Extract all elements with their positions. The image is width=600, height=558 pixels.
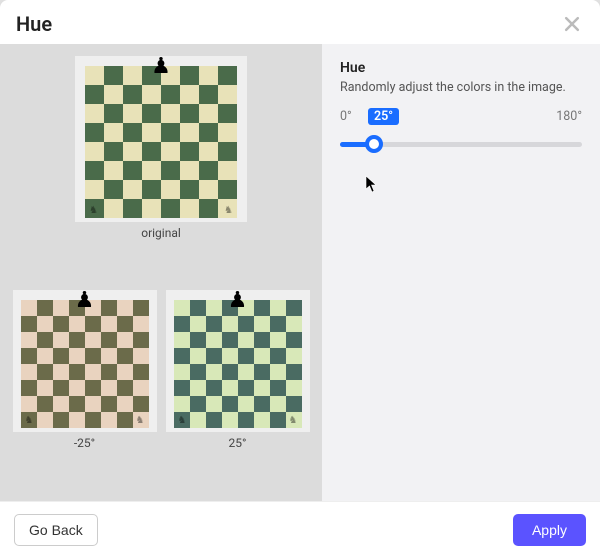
modal-title: Hue (16, 12, 52, 36)
slider-min-label: 0° (340, 109, 352, 124)
preview-caption-minus: -25° (74, 436, 95, 450)
preview-item-minus: ♟♞♞ -25° (13, 290, 157, 450)
preview-panel: ♟♞♞ original ♟♞♞ -25° ♟♞♞ 25° (0, 44, 322, 501)
preview-caption-plus: 25° (229, 436, 247, 450)
chessboard-image-plus: ♟♞♞ (174, 300, 302, 428)
hue-slider[interactable] (340, 134, 582, 154)
preview-item-plus: ♟♞♞ 25° (166, 290, 310, 450)
chessboard-image-original: ♟♞♞ (85, 66, 237, 218)
setting-description: Randomly adjust the colors in the image. (340, 80, 582, 95)
go-back-button[interactable]: Go Back (14, 514, 98, 546)
cursor-icon (365, 175, 379, 197)
apply-button[interactable]: Apply (513, 514, 586, 546)
hue-modal: Hue ♟♞♞ original ♟♞♞ -25° (0, 0, 600, 558)
modal-header: Hue (0, 0, 600, 44)
preview-item-original: ♟♞♞ original (75, 56, 247, 240)
close-button[interactable] (560, 12, 584, 36)
slider-value-badge: 25° (368, 108, 399, 125)
preview-caption-original: original (141, 226, 181, 240)
slider-max-label: 180° (556, 109, 582, 124)
modal-content: ♟♞♞ original ♟♞♞ -25° ♟♞♞ 25° (0, 44, 600, 501)
preview-original: ♟♞♞ original (75, 56, 247, 240)
modal-footer: Go Back Apply (0, 501, 600, 558)
preview-variants-row: ♟♞♞ -25° ♟♞♞ 25° (0, 290, 322, 450)
setting-title: Hue (340, 60, 582, 76)
slider-labels: 0° 25° 180° (340, 109, 582, 124)
chessboard-image-minus: ♟♞♞ (21, 300, 149, 428)
settings-panel: Hue Randomly adjust the colors in the im… (322, 44, 600, 501)
slider-thumb[interactable] (365, 135, 383, 153)
close-icon (562, 14, 582, 34)
